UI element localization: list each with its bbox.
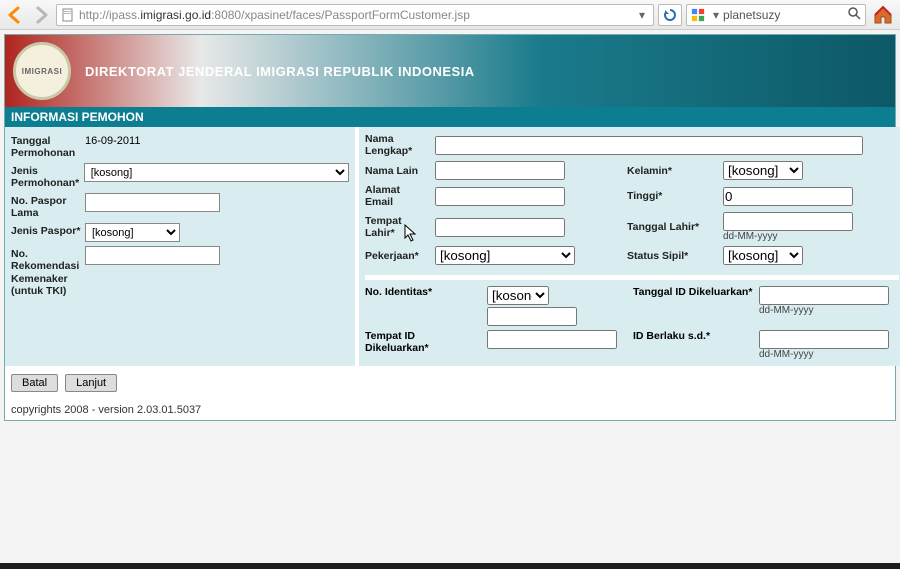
label-tgl-id-keluar: Tanggal ID Dikeluarkan* (633, 286, 753, 298)
label-nama-lain: Nama Lain (365, 165, 429, 177)
reload-icon (663, 8, 677, 22)
browser-toolbar: http://ipass.imigrasi.go.id:8080/xpasine… (0, 0, 900, 30)
page-icon (61, 8, 75, 22)
label-rekom: No. Rekomendasi Kemenaker (untuk TKI) (11, 246, 85, 296)
label-jenis-permohonan: Jenis Permohonan* (11, 163, 84, 189)
input-tempat-lahir[interactable] (435, 218, 565, 237)
label-no-identitas: No. Identitas* (365, 286, 481, 298)
banner: IMIGRASI DIREKTORAT JENDERAL IMIGRASI RE… (5, 35, 895, 107)
label-status: Status Sipil* (627, 250, 717, 262)
value-tgl-permohonan: 16-09-2011 (85, 133, 140, 147)
label-tinggi: Tinggi* (627, 190, 717, 202)
select-jenis-paspor[interactable]: [kosong] (85, 223, 180, 242)
label-id-berlaku: ID Berlaku s.d.* (633, 330, 753, 342)
button-bar: Batal Lanjut (5, 366, 895, 400)
forward-arrow-icon (31, 5, 51, 25)
label-tempat-id-keluar: Tempat ID Dikeluarkan* (365, 330, 481, 354)
select-id-type[interactable]: [kosong] (487, 286, 549, 305)
select-pekerjaan[interactable]: [kosong] (435, 246, 575, 265)
search-icon[interactable] (848, 7, 861, 23)
hint-tgl-id-keluar: dd-MM-yyyy (759, 305, 899, 316)
select-kelamin[interactable]: [kosong] (723, 161, 803, 180)
url-host: imigrasi.go.id (140, 8, 211, 22)
url-dropdown-icon[interactable]: ▾ (635, 8, 649, 22)
url-prefix: http://ipass. (79, 8, 140, 22)
hint-tgl-lahir: dd-MM-yyyy (723, 231, 863, 242)
seal-logo: IMIGRASI (13, 42, 71, 100)
input-nama-lengkap[interactable] (435, 136, 863, 155)
input-tempat-id-keluar[interactable] (487, 330, 617, 349)
home-button[interactable] (870, 2, 896, 28)
label-nama-lengkap: Nama Lengkap* (365, 133, 429, 157)
page-container: IMIGRASI DIREKTORAT JENDERAL IMIGRASI RE… (4, 34, 896, 421)
batal-button[interactable]: Batal (11, 374, 58, 392)
url-bar[interactable]: http://ipass.imigrasi.go.id:8080/xpasine… (56, 4, 654, 26)
search-engine-dropdown-icon[interactable]: ▾ (709, 8, 723, 22)
banner-title: DIREKTORAT JENDERAL IMIGRASI REPUBLIK IN… (85, 64, 475, 79)
input-tgl-id-keluar[interactable] (759, 286, 889, 305)
input-paspor-lama[interactable] (85, 193, 220, 212)
back-button[interactable] (4, 4, 26, 26)
right-column: Nama Lengkap* Nama Lain Kelamin* [kosong… (355, 127, 900, 366)
label-pekerjaan: Pekerjaan* (365, 250, 429, 262)
select-status[interactable]: [kosong] (723, 246, 803, 265)
input-email[interactable] (435, 187, 565, 206)
label-paspor-lama: No. Paspor Lama (11, 193, 85, 219)
label-jenis-paspor: Jenis Paspor* (11, 223, 85, 237)
identity-panel: No. Identitas* [kosong] Tanggal ID Dikel… (365, 275, 899, 360)
label-tempat-lahir: Tempat Lahir* (365, 215, 429, 239)
left-column: Tanggal Permohonan 16-09-2011 Jenis Perm… (5, 127, 355, 366)
search-box[interactable]: ▾ planetsuzy (686, 4, 866, 26)
select-jenis-permohonan[interactable]: [kosong] (84, 163, 349, 182)
search-text: planetsuzy (723, 8, 780, 22)
label-tgl-lahir: Tanggal Lahir* (627, 221, 717, 233)
google-icon (691, 8, 705, 22)
input-rekom[interactable] (85, 246, 220, 265)
back-arrow-icon (5, 5, 25, 25)
input-tinggi[interactable] (723, 187, 853, 206)
lanjut-button[interactable]: Lanjut (65, 374, 117, 392)
home-icon (872, 4, 894, 26)
section-title: INFORMASI PEMOHON (5, 107, 895, 127)
label-kelamin: Kelamin* (627, 165, 717, 177)
forward-button[interactable] (30, 4, 52, 26)
input-id-berlaku[interactable] (759, 330, 889, 349)
form-content: Tanggal Permohonan 16-09-2011 Jenis Perm… (5, 127, 895, 366)
label-email: Alamat Email (365, 184, 429, 208)
footer-text: copyrights 2008 - version 2.03.01.5037 (5, 400, 895, 420)
input-tgl-lahir[interactable] (723, 212, 853, 231)
taskbar (0, 563, 900, 569)
input-nama-lain[interactable] (435, 161, 565, 180)
url-suffix: :8080/xpasinet/faces/PassportFormCustome… (211, 8, 470, 22)
reload-button[interactable] (658, 4, 682, 26)
input-id-number[interactable] (487, 307, 577, 326)
hint-id-berlaku: dd-MM-yyyy (759, 349, 899, 360)
label-tgl-permohonan: Tanggal Permohonan (11, 133, 85, 159)
